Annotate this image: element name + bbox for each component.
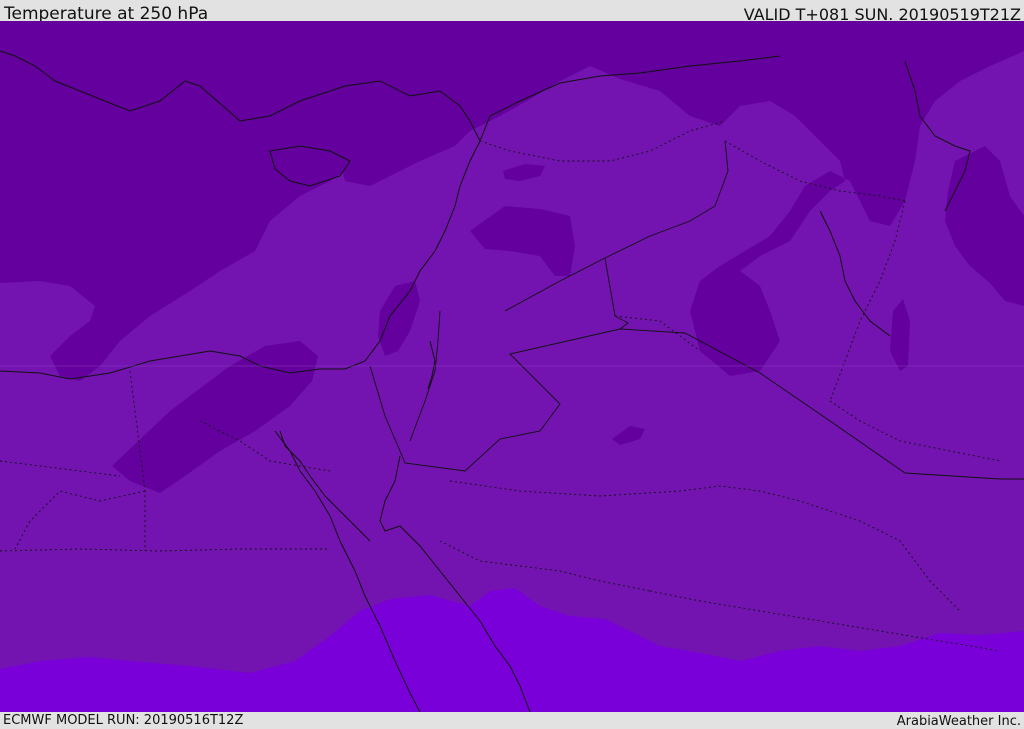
weather-map[interactable]: [0, 21, 1024, 712]
model-run-label: ECMWF MODEL RUN: 20190516T12Z: [3, 713, 244, 728]
temperature-map-svg: [0, 21, 1024, 712]
footer-bar: ECMWF MODEL RUN: 20190516T12Z ArabiaWeat…: [0, 712, 1024, 729]
header-bar: Temperature at 250 hPa VALID T+081 SUN. …: [0, 0, 1024, 24]
credit-label: ArabiaWeather Inc.: [896, 714, 1021, 729]
